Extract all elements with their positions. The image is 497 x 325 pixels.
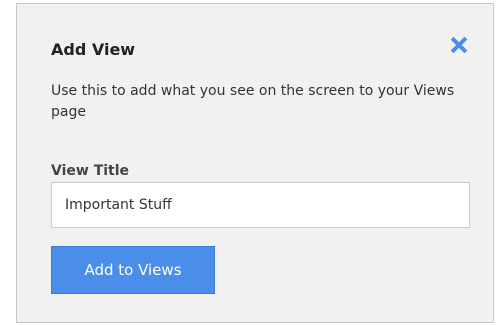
view-title-input[interactable] bbox=[51, 182, 470, 228]
add-to-views-button[interactable]: Add to Views bbox=[51, 246, 215, 294]
view-title-label: View Title bbox=[51, 163, 130, 179]
close-icon[interactable] bbox=[447, 33, 471, 57]
add-view-dialog: Add View Use this to add what you see on… bbox=[16, 3, 494, 323]
dialog-title: Add View bbox=[51, 40, 136, 59]
close-icon-glyph bbox=[451, 37, 467, 53]
dialog-description: Use this to add what you see on the scre… bbox=[51, 83, 455, 120]
